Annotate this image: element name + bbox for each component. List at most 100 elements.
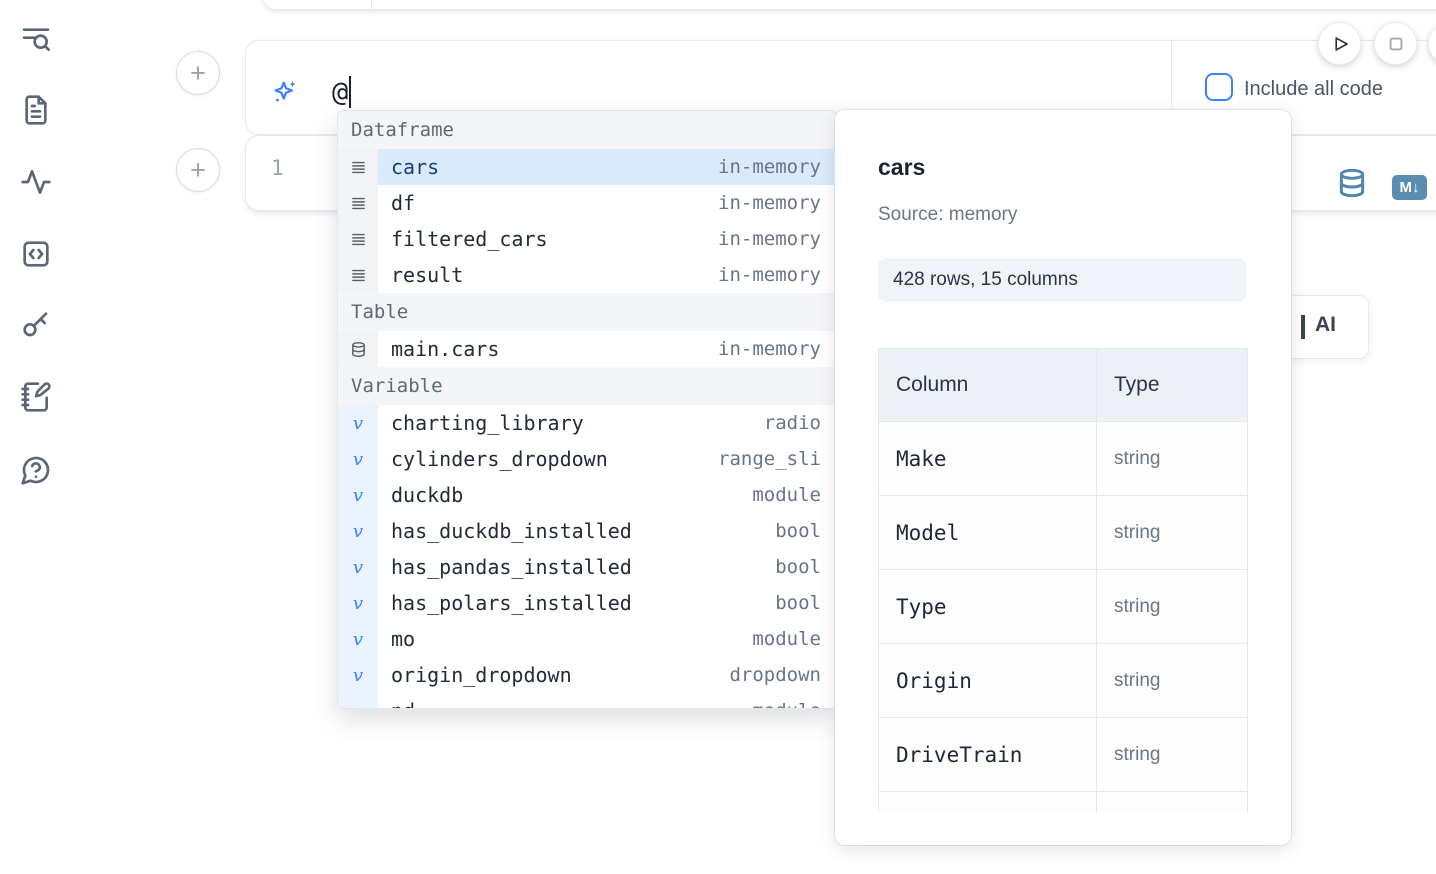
column-type-cell: string — [1097, 422, 1248, 496]
database-icon — [338, 331, 378, 367]
previous-cell-edge — [262, 0, 1436, 10]
play-icon — [1327, 31, 1353, 57]
completion-section-header: Table — [338, 293, 836, 331]
column-type-cell: string — [1097, 718, 1248, 792]
sidebar — [0, 0, 72, 874]
completion-item-type: in-memory — [718, 192, 836, 214]
completion-item-name: df — [378, 191, 415, 215]
file-document-icon[interactable] — [20, 94, 52, 126]
variable-icon: v — [338, 513, 378, 549]
variable-icon: v — [338, 693, 378, 709]
run-all-button[interactable] — [1318, 22, 1361, 65]
column-type-cell: string — [1097, 570, 1248, 644]
completion-item[interactable]: vhas_duckdb_installed bool — [338, 513, 836, 549]
completion-item-type: bool — [775, 556, 836, 578]
table-row: Typestring — [879, 570, 1248, 644]
completion-item-type: module — [752, 484, 836, 506]
completion-item[interactable]: vmomodule — [338, 621, 836, 657]
ai-prompt-input[interactable]: @ — [332, 74, 351, 110]
completion-item-name: has_duckdb_installed — [378, 519, 632, 543]
completion-item-type: module — [752, 628, 836, 650]
completion-section-header: Variable — [338, 367, 836, 405]
completion-item-type: range_sli — [718, 448, 836, 470]
include-all-code-checkbox[interactable] — [1205, 73, 1233, 101]
completion-item[interactable]: vcharting_libraryradio — [338, 405, 836, 441]
variable-icon: v — [338, 477, 378, 513]
type-header: Type — [1097, 349, 1248, 422]
variable-icon: v — [338, 621, 378, 657]
completion-item-type: in-memory — [718, 264, 836, 286]
stop-icon — [1383, 31, 1409, 57]
marimo-notebook: + + @ Include all code 1 M↓ — [0, 0, 1436, 874]
database-icon[interactable] — [1336, 167, 1368, 199]
completion-item-type: dropdown — [729, 664, 836, 686]
variable-icon: v — [338, 549, 378, 585]
completion-item[interactable]: vhas_polars_installed bool — [338, 585, 836, 621]
completion-item-name: duckdb — [378, 483, 463, 507]
ai-prompt-value: @ — [332, 77, 348, 108]
table-row: DriveTrainstring — [879, 718, 1248, 792]
completion-item[interactable]: carsin-memory — [338, 149, 836, 185]
completion-item-type: module — [752, 700, 836, 709]
completion-item[interactable]: vpdmodule — [338, 693, 836, 709]
notebook-pen-icon[interactable] — [20, 381, 52, 413]
completion-item-name: has_polars_installed — [378, 591, 632, 615]
datasource-preview-card: cars Source: memory 428 rows, 15 columns… — [835, 110, 1291, 845]
variable-icon: v — [338, 405, 378, 441]
code-square-icon[interactable] — [20, 238, 52, 270]
completion-item[interactable]: vorigin_dropdown dropdown — [338, 657, 836, 693]
markdown-icon[interactable]: M↓ — [1392, 175, 1427, 200]
add-cell-below-button[interactable]: + — [176, 148, 220, 192]
preview-schema-table: Column Type MakestringModelstringTypestr… — [878, 348, 1248, 812]
column-header: Column — [879, 349, 1097, 422]
activity-icon[interactable] — [20, 166, 52, 198]
column-name-cell: Origin — [879, 644, 1097, 718]
variable-icon: v — [338, 441, 378, 477]
column-type-cell: string — [1097, 496, 1248, 570]
column-type-cell: string — [1097, 644, 1248, 718]
completion-item-name: origin_dropdown — [378, 663, 572, 687]
completion-item-name: cars — [378, 155, 439, 179]
completion-item-name: has_pandas_installed — [378, 555, 632, 579]
table-row: Originstring — [879, 644, 1248, 718]
rows-icon — [338, 221, 378, 257]
autocomplete-popup: Dataframecarsin-memorydfin-memoryfiltere… — [337, 110, 837, 709]
completion-item[interactable]: result in-memory — [338, 257, 836, 293]
variable-icon: v — [338, 585, 378, 621]
preview-source: Source: memory — [878, 204, 1017, 226]
column-type-cell — [1097, 792, 1248, 813]
rows-icon — [338, 185, 378, 221]
variable-icon: v — [338, 657, 378, 693]
completion-item-type: in-memory — [718, 338, 836, 360]
key-icon[interactable] — [20, 309, 52, 341]
completion-item[interactable]: df in-memory — [338, 185, 836, 221]
completion-item[interactable]: vduckdb module — [338, 477, 836, 513]
completion-item[interactable]: main.cars in-memory — [338, 331, 836, 367]
column-name-cell — [879, 792, 1097, 813]
add-cell-above-button[interactable]: + — [176, 51, 220, 95]
column-name-cell: Make — [879, 422, 1097, 496]
clipped-text-fragment — [1301, 315, 1305, 339]
completion-item-name: main.cars — [378, 337, 499, 361]
ai-side-button-label: AI — [1315, 313, 1336, 337]
preview-table-body: MakestringModelstringTypestringOriginstr… — [879, 422, 1248, 813]
help-chat-icon[interactable] — [20, 454, 52, 486]
include-all-code-label[interactable]: Include all code — [1244, 78, 1383, 101]
completion-item-type: bool — [775, 592, 836, 614]
column-name-cell: Model — [879, 496, 1097, 570]
rows-icon — [338, 257, 378, 293]
completion-item[interactable]: filtered_carsin-memory — [338, 221, 836, 257]
preview-shape-badge: 428 rows, 15 columns — [878, 258, 1246, 302]
interrupt-button[interactable] — [1374, 22, 1417, 65]
completion-item-name: filtered_cars — [378, 227, 548, 251]
text-search-icon[interactable] — [20, 23, 52, 55]
table-row — [879, 792, 1248, 813]
completion-item[interactable]: vhas_pandas_installed bool — [338, 549, 836, 585]
preview-title: cars — [878, 154, 925, 181]
completion-item[interactable]: vcylinders_dropdownrange_sli — [338, 441, 836, 477]
table-row: Modelstring — [879, 496, 1248, 570]
completion-item-name: result — [378, 263, 463, 287]
completion-item-type: bool — [775, 520, 836, 542]
table-row: Makestring — [879, 422, 1248, 496]
text-cursor — [349, 76, 351, 108]
